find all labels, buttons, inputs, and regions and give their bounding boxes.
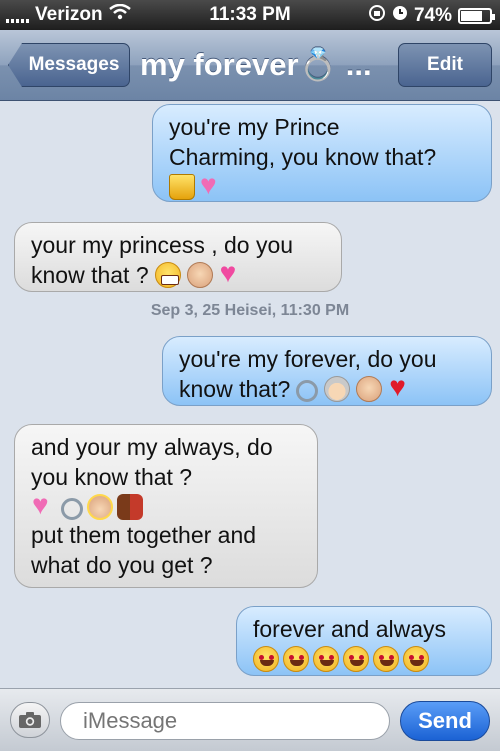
send-button[interactable]: Send (400, 701, 490, 741)
battery-percent: 74% (413, 5, 452, 26)
message-text-part: know that? (179, 376, 291, 402)
two-hearts-icon (199, 170, 225, 200)
edit-button[interactable]: Edit (398, 43, 492, 87)
emoji-row (253, 646, 475, 672)
alarm-icon (392, 5, 408, 27)
old-man-icon (356, 376, 383, 402)
back-button[interactable]: Messages (8, 43, 130, 87)
message-bubble-sent[interactable]: forever and always (236, 606, 492, 676)
family-icon (117, 494, 143, 520)
crown-icon (169, 174, 195, 200)
status-bar: Verizon 11:33 PM 74% (0, 0, 500, 30)
message-text: know that ? (31, 258, 325, 290)
heart-eyes-icon (313, 646, 339, 672)
sparkling-heart-icon (219, 258, 245, 288)
ring-icon (296, 380, 319, 402)
nav-bar: Messages my forever💍 ... Edit (0, 30, 500, 101)
conversation-title: my forever💍 ... (140, 47, 372, 82)
red-heart-icon (388, 372, 414, 402)
old-woman-icon (324, 376, 351, 402)
status-right: 74% (368, 4, 495, 28)
emoji-row (31, 490, 301, 520)
princess-icon (186, 262, 213, 288)
message-text: forever and always (253, 616, 447, 642)
message-input-bar: Send (0, 688, 500, 751)
conversation-timestamp: Sep 3, 25 Heisei, 11:30 PM (150, 302, 350, 319)
message-bubble-received[interactable]: and your my always, do you know that ? p… (14, 424, 318, 588)
angel-icon (87, 494, 113, 520)
heart-eyes-icon (373, 646, 399, 672)
emoji-row (169, 170, 475, 200)
camera-button[interactable] (10, 702, 50, 738)
message-text: know that? (179, 372, 475, 404)
message-bubble-sent[interactable]: you're my Prince Charming, you know that… (152, 104, 492, 202)
message-text: Charming, you know that? (169, 144, 437, 170)
message-text: what do you get ? (31, 552, 213, 578)
camera-icon (19, 712, 41, 728)
message-text: your my princess , do you (31, 232, 294, 258)
heart-eyes-icon (253, 646, 279, 672)
message-text: and your my always, do (31, 434, 273, 460)
imessage-input[interactable] (60, 702, 390, 740)
message-text: you know that ? (31, 464, 193, 490)
grin-icon (154, 262, 181, 288)
heart-eyes-icon (283, 646, 309, 672)
message-text: you're my Prince (169, 114, 340, 140)
message-text-part: know that ? (31, 262, 149, 288)
heart-eyes-icon (403, 646, 429, 672)
battery-icon (458, 8, 495, 24)
heart-eyes-icon (343, 646, 369, 672)
ring-icon (61, 498, 83, 520)
message-text: put them together and (31, 522, 257, 548)
message-text: you're my forever, do you (179, 346, 437, 372)
rotation-lock-icon (368, 4, 386, 28)
message-bubble-received[interactable]: your my princess , do you know that ? (14, 222, 342, 292)
message-bubble-sent[interactable]: you're my forever, do you know that? (162, 336, 492, 406)
two-hearts-icon (31, 490, 57, 520)
